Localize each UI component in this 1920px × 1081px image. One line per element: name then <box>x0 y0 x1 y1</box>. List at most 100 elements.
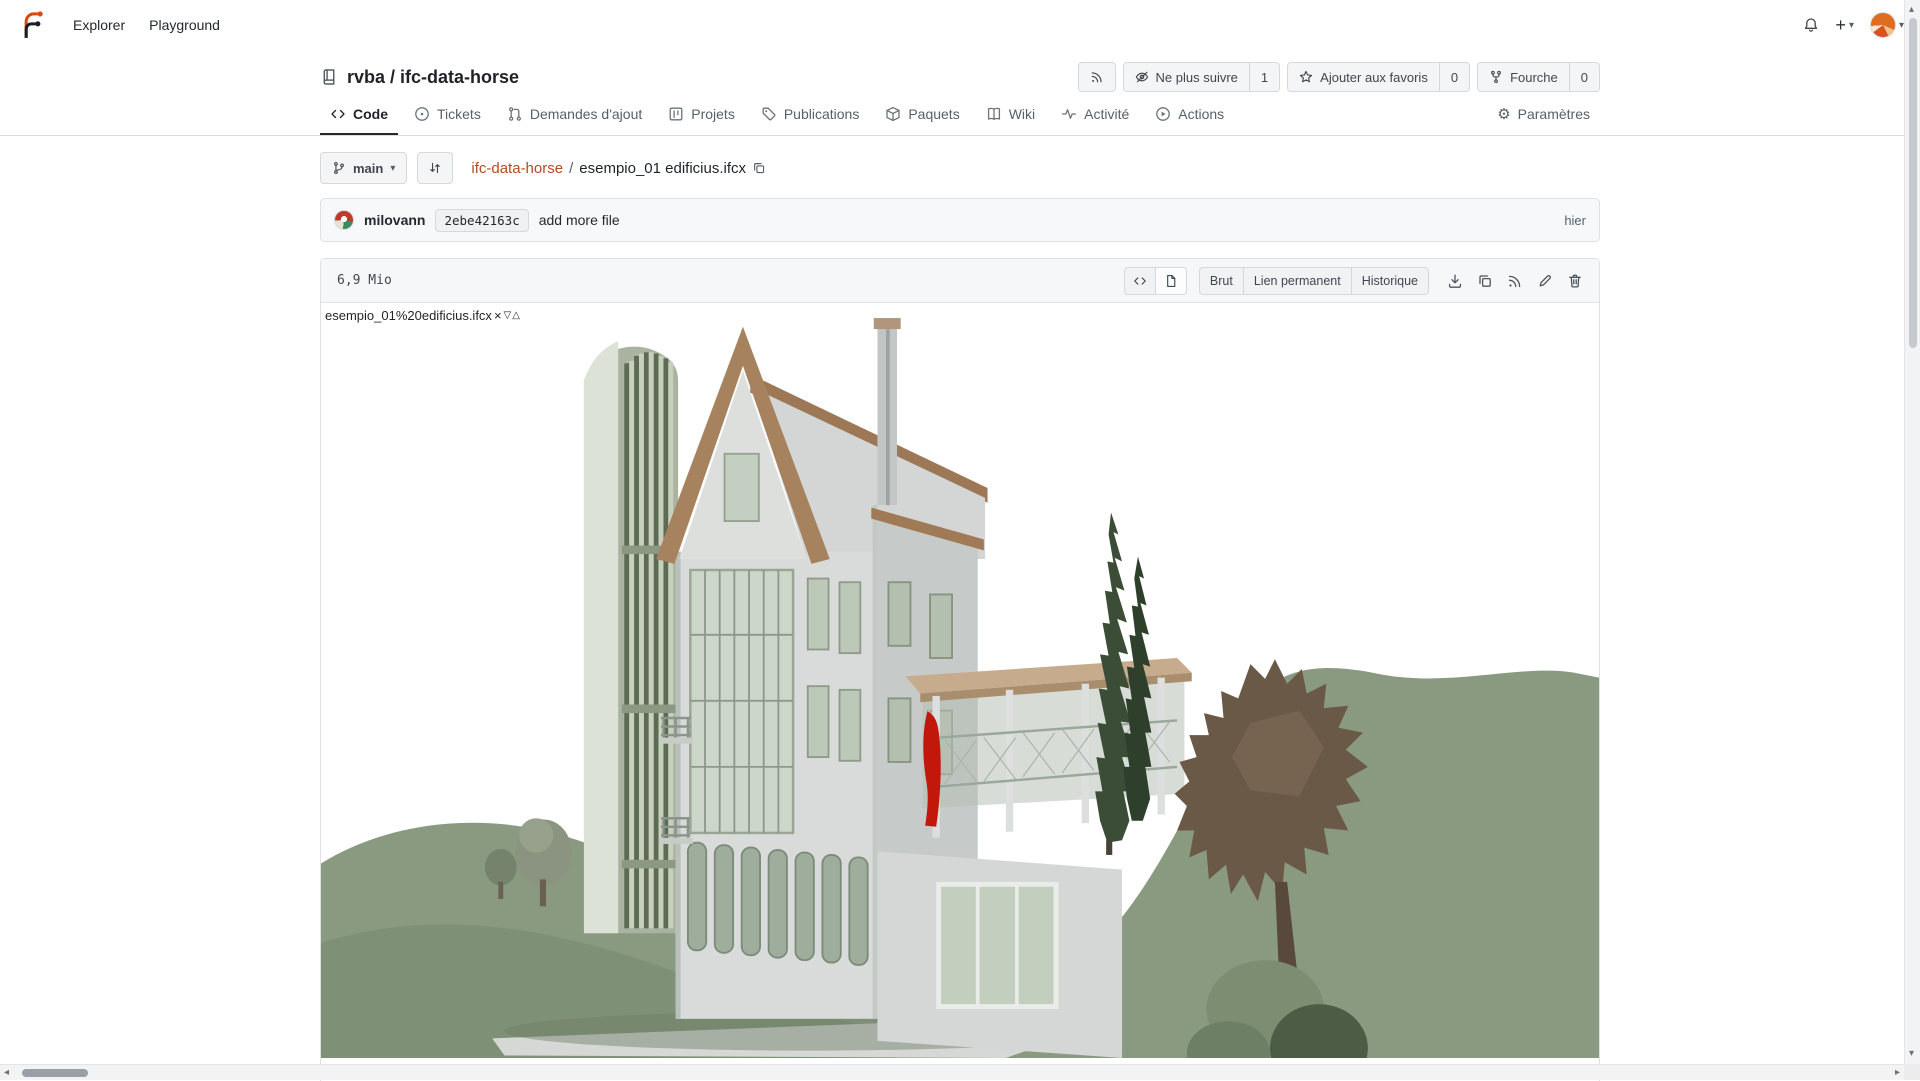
top-navbar: Explorer Playground + ▾ ▾ <box>0 0 1920 50</box>
viewer-collapse-button[interactable]: ▽ <box>504 310 512 321</box>
source-view-button[interactable] <box>1124 267 1156 295</box>
tab-releases[interactable]: Publications <box>751 96 870 135</box>
commit-author[interactable]: milovann <box>364 212 425 228</box>
scroll-left-arrow[interactable]: ◂ <box>4 1065 9 1081</box>
tab-actions[interactable]: Actions <box>1145 96 1234 135</box>
raw-button[interactable]: Brut <box>1199 267 1244 295</box>
permalink-button[interactable]: Lien permanent <box>1244 267 1352 295</box>
tab-packages-label: Paquets <box>908 106 959 122</box>
create-new-button[interactable]: + ▾ <box>1835 16 1854 34</box>
repo-title[interactable]: rvba / ifc-data-horse <box>347 67 519 88</box>
scrollbar-corner <box>1904 1064 1920 1080</box>
watch-group: Ne plus suivre 1 <box>1123 62 1281 92</box>
copy-path-button[interactable] <box>752 161 766 175</box>
caret-down-icon: ▾ <box>390 163 395 174</box>
breadcrumb: ifc-data-horse / esempio_01 edificius.if… <box>471 160 766 177</box>
delete-trash-icon[interactable] <box>1567 273 1583 289</box>
scroll-up-arrow[interactable]: ▴ <box>1909 2 1914 18</box>
repo-header: rvba / ifc-data-horse Ne plus suivre <box>320 62 1600 92</box>
tab-packages[interactable]: Paquets <box>875 96 969 135</box>
tab-wiki[interactable]: Wiki <box>976 96 1045 135</box>
latest-commit-bar: milovann 2ebe42163c add more file hier <box>320 198 1600 242</box>
fork-button[interactable]: Fourche <box>1477 62 1570 92</box>
vertical-scrollbar[interactable]: ▴ ▾ <box>1904 0 1920 1064</box>
tab-code[interactable]: Code <box>320 96 398 135</box>
user-avatar <box>1870 12 1896 38</box>
history-button[interactable]: Historique <box>1352 267 1429 295</box>
ifc-viewer-canvas[interactable]: esempio_01%20edificius.ifcx×▽△ <box>321 303 1599 1081</box>
breadcrumb-repo-link[interactable]: ifc-data-horse <box>471 160 563 177</box>
gear-icon: ⚙ <box>1497 107 1510 122</box>
commit-time: hier <box>1564 213 1586 228</box>
star-label: Ajouter aux favoris <box>1320 70 1428 85</box>
forgejo-logo-icon <box>18 11 46 39</box>
tab-issues-label: Tickets <box>437 106 481 122</box>
activity-icon <box>1061 106 1077 122</box>
glass-tower <box>584 341 678 933</box>
nav-link-playground[interactable]: Playground <box>138 9 231 41</box>
star-group: Ajouter aux favoris 0 <box>1287 62 1470 92</box>
issue-circle-icon <box>414 106 430 122</box>
repo-icon <box>320 68 338 86</box>
pull-request-icon <box>507 106 523 122</box>
copy-icon <box>752 161 766 175</box>
branch-select-button[interactable]: main ▾ <box>320 152 407 184</box>
viewer-close-button[interactable]: × <box>493 308 503 323</box>
tab-actions-label: Actions <box>1178 106 1224 122</box>
horizontal-scrollbar-thumb[interactable] <box>22 1069 88 1077</box>
tab-pull-requests[interactable]: Demandes d'ajout <box>497 96 652 135</box>
tab-projects[interactable]: Projets <box>658 96 745 135</box>
user-menu-button[interactable]: ▾ <box>1870 12 1904 38</box>
copy-content-icon[interactable] <box>1477 273 1493 289</box>
branch-name: main <box>353 161 383 176</box>
tab-activity[interactable]: Activité <box>1051 96 1139 135</box>
vertical-scrollbar-thumb[interactable] <box>1909 18 1917 348</box>
viewer-expand-button[interactable]: △ <box>512 310 520 321</box>
commit-message[interactable]: add more file <box>539 212 620 228</box>
code-icon <box>1133 274 1147 288</box>
rss-feed-icon[interactable] <box>1507 273 1523 289</box>
plus-icon: + <box>1835 16 1846 34</box>
forgejo-logo[interactable] <box>16 9 48 41</box>
file-size: 6,9 Mio <box>331 273 392 288</box>
breadcrumb-filename: esempio_01 edificius.ifcx <box>579 160 746 177</box>
scroll-down-arrow[interactable]: ▾ <box>1909 1046 1914 1062</box>
commit-author-avatar[interactable] <box>334 210 354 230</box>
tab-wiki-label: Wiki <box>1009 106 1035 122</box>
rss-button[interactable] <box>1078 62 1116 92</box>
unwatch-button[interactable]: Ne plus suivre <box>1123 62 1250 92</box>
file-actions-group: Brut Lien permanent Historique <box>1199 267 1429 295</box>
download-icon[interactable] <box>1447 273 1463 289</box>
file-view-panel: 6,9 Mio Brut Lien pe <box>320 258 1600 1081</box>
tab-code-label: Code <box>353 106 388 122</box>
nav-link-explorer[interactable]: Explorer <box>62 9 136 41</box>
fork-group: Fourche 0 <box>1477 62 1600 92</box>
fork-count-badge[interactable]: 0 <box>1570 62 1600 92</box>
notifications-button[interactable] <box>1803 17 1819 33</box>
tab-settings-label: Paramètres <box>1518 106 1590 122</box>
ifc-3d-model-render[interactable] <box>321 307 1599 1058</box>
edit-pencil-icon[interactable] <box>1537 273 1553 289</box>
tab-pulls-label: Demandes d'ajout <box>530 106 642 122</box>
code-icon <box>330 106 346 122</box>
file-icon-actions <box>1441 273 1589 289</box>
tab-issues[interactable]: Tickets <box>404 96 491 135</box>
tag-icon <box>761 106 777 122</box>
star-count-badge[interactable]: 0 <box>1440 62 1470 92</box>
package-icon <box>885 106 901 122</box>
commit-sha-button[interactable]: 2ebe42163c <box>435 209 528 232</box>
scroll-right-arrow[interactable]: ▸ <box>1895 1065 1900 1081</box>
breadcrumb-separator: / <box>569 160 573 177</box>
projects-icon <box>668 106 684 122</box>
horizontal-scrollbar[interactable]: ◂ ▸ <box>0 1064 1904 1080</box>
tab-settings[interactable]: ⚙ Paramètres <box>1487 96 1600 135</box>
star-button[interactable]: Ajouter aux favoris <box>1287 62 1440 92</box>
watch-count-badge[interactable]: 1 <box>1250 62 1280 92</box>
rendered-view-button[interactable] <box>1156 267 1187 295</box>
compare-icon <box>428 161 442 175</box>
star-icon <box>1299 70 1313 84</box>
file-icon <box>1164 274 1178 288</box>
compare-button[interactable] <box>417 152 453 184</box>
file-nav-row: main ▾ ifc-data-horse / esempio_01 edifi… <box>320 152 1600 184</box>
bell-icon <box>1803 17 1819 33</box>
